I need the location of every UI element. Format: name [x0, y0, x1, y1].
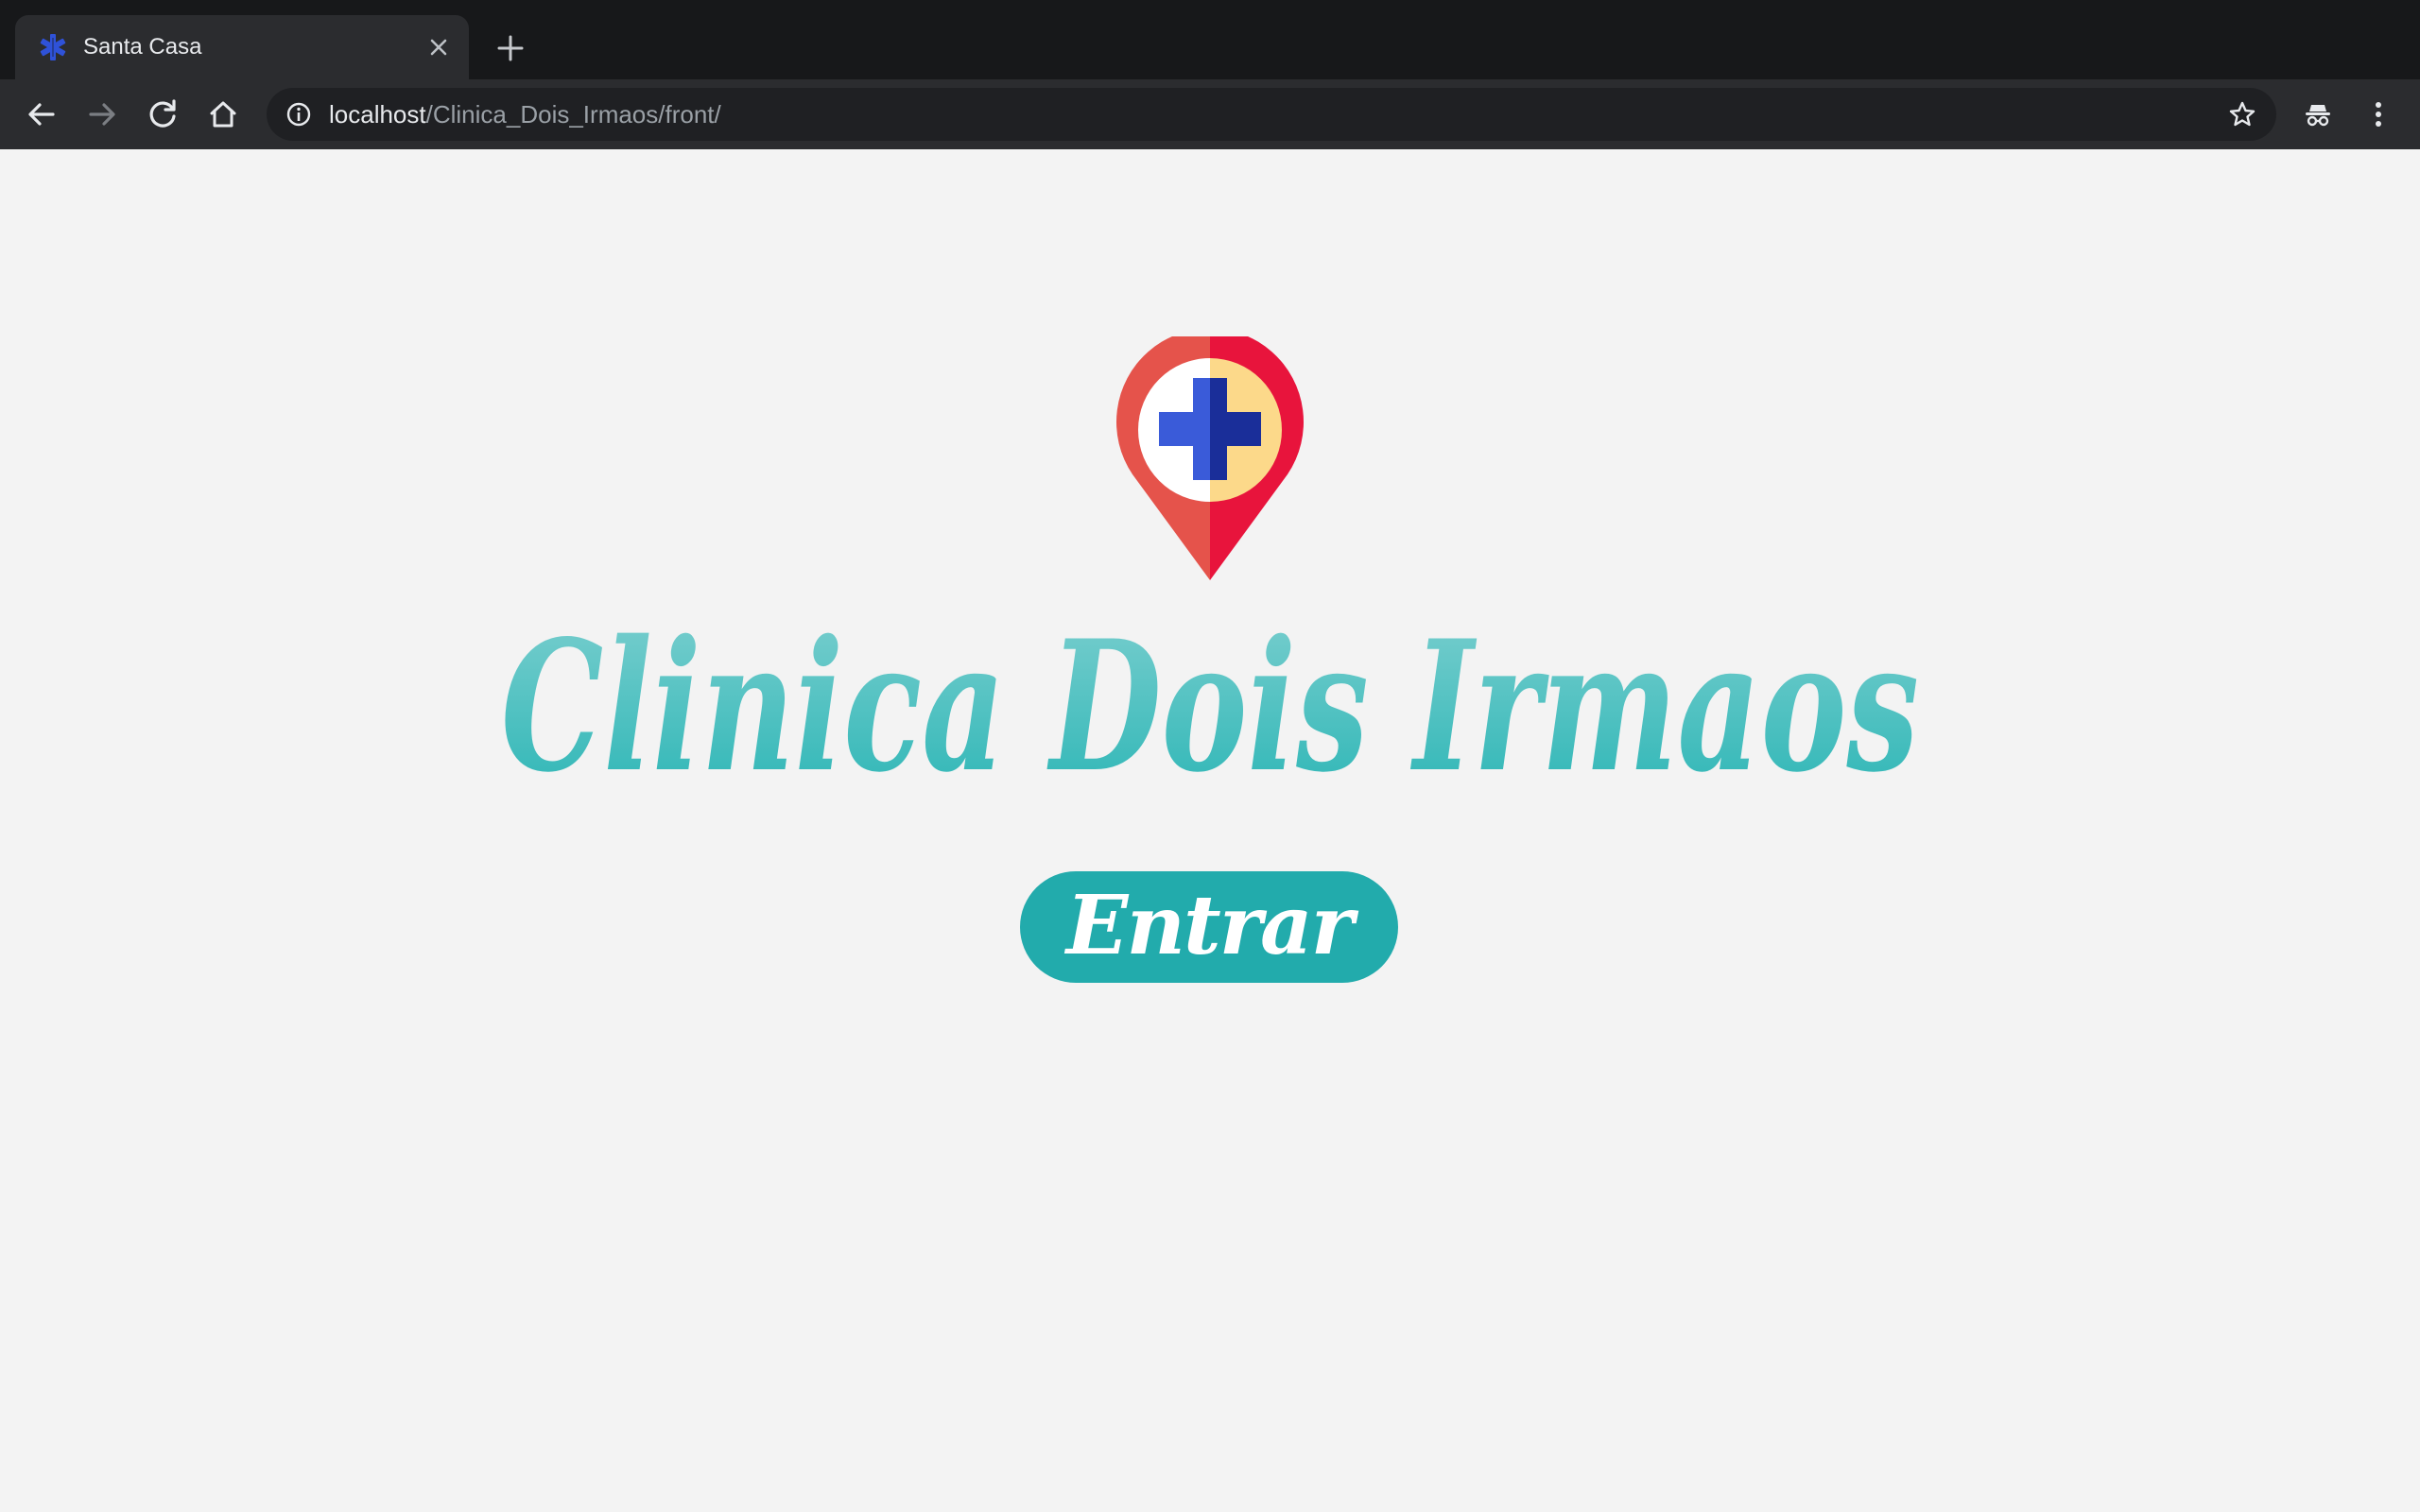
enter-button[interactable]: Entrar — [1020, 871, 1398, 983]
home-icon[interactable] — [204, 95, 242, 133]
url-path: /Clinica_Dois_Irmaos/front/ — [425, 100, 721, 129]
tab-title: Santa Casa — [83, 34, 202, 60]
incognito-icon[interactable] — [2299, 95, 2337, 133]
star-icon[interactable] — [2227, 99, 2257, 129]
browser-chrome: Santa Casa localhost/Clinica_Dois_Irmaos… — [0, 0, 2420, 149]
page-title: Clinica Dois Irmaos — [501, 601, 1919, 782]
reload-icon[interactable] — [144, 95, 182, 133]
browser-toolbar: localhost/Clinica_Dois_Irmaos/front/ — [0, 79, 2420, 149]
tab-santa-casa[interactable]: Santa Casa — [15, 15, 469, 79]
page-content: Clinica Dois Irmaos Entrar — [0, 149, 2420, 1512]
enter-button-label: Entrar — [1065, 878, 1354, 973]
close-icon[interactable] — [425, 34, 452, 60]
arrow-left-icon[interactable] — [23, 95, 60, 133]
kebab-menu-icon[interactable] — [2360, 95, 2397, 133]
plus-icon[interactable] — [492, 31, 529, 65]
url-text[interactable]: localhost/Clinica_Dois_Irmaos/front/ — [329, 100, 721, 129]
address-bar[interactable]: localhost/Clinica_Dois_Irmaos/front/ — [267, 88, 2276, 141]
medical-location-pin-icon — [1116, 336, 1304, 580]
page-title-text: Clinica Dois Irmaos — [501, 601, 1919, 782]
info-icon[interactable] — [285, 101, 312, 128]
arrow-right-icon[interactable] — [83, 95, 121, 133]
medical-star-icon — [40, 34, 66, 60]
url-host: localhost — [329, 100, 426, 129]
tab-strip: Santa Casa — [0, 0, 2420, 79]
